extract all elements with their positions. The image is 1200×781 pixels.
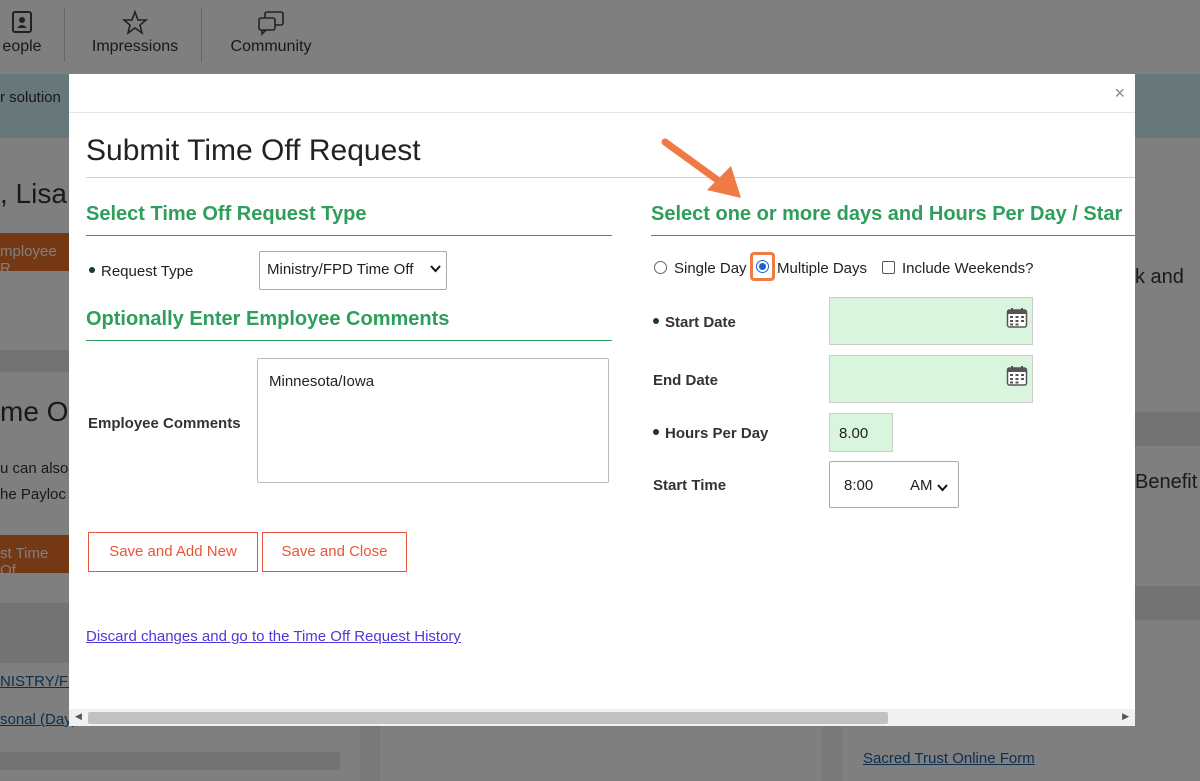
heading-rule	[86, 235, 612, 236]
close-icon[interactable]: ×	[1114, 83, 1125, 104]
heading-rule	[651, 235, 1135, 236]
comments-label: Employee Comments	[88, 415, 241, 432]
single-day-label[interactable]: Single Day	[674, 260, 747, 277]
start-time-label: Start Time	[653, 477, 727, 494]
scrollbar-thumb[interactable]	[88, 712, 888, 724]
save-and-close-button[interactable]: Save and Close	[262, 532, 407, 572]
hours-per-day-input[interactable]: 8.00	[829, 413, 893, 452]
include-weekends-label[interactable]: Include Weekends?	[902, 260, 1033, 277]
start-time-value: 8:00	[844, 477, 874, 494]
pointer-arrow-icon	[661, 138, 741, 198]
start-date-input[interactable]	[829, 297, 1033, 345]
calendar-icon[interactable]	[1006, 307, 1028, 329]
heading-rule	[86, 340, 612, 341]
comments-textarea[interactable]: Minnesota/Iowa	[257, 358, 609, 483]
chevron-down-icon	[937, 479, 948, 496]
end-date-input[interactable]	[829, 355, 1033, 403]
required-dot	[89, 267, 95, 274]
request-type-label: Request Type	[89, 263, 193, 280]
multiple-days-label[interactable]: Multiple Days	[777, 260, 867, 277]
scroll-left-icon[interactable]: ◀	[75, 711, 82, 722]
start-date-label: Start Date	[653, 314, 736, 331]
start-time-select[interactable]: 8:00 AM	[829, 461, 959, 508]
scroll-right-icon[interactable]: ▶	[1122, 711, 1129, 722]
hours-per-day-label: Hours Per Day	[653, 425, 768, 442]
request-type-heading: Select Time Off Request Type	[86, 203, 367, 225]
comments-heading: Optionally Enter Employee Comments	[86, 308, 450, 330]
days-hours-heading: Select one or more days and Hours Per Da…	[651, 203, 1123, 225]
single-day-radio[interactable]	[654, 261, 667, 274]
title-divider	[86, 177, 1135, 178]
horizontal-scrollbar[interactable]: ◀ ▶	[69, 709, 1135, 726]
request-type-select[interactable]: Ministry/FPD Time Off	[259, 251, 447, 290]
time-off-modal: × Submit Time Off Request Select Time Of…	[69, 74, 1135, 726]
required-dot	[653, 429, 659, 436]
request-type-value: Ministry/FPD Time Off	[267, 261, 414, 278]
multiple-days-radio[interactable]	[756, 260, 769, 273]
calendar-icon[interactable]	[1006, 365, 1028, 387]
modal-title: Submit Time Off Request	[86, 134, 421, 167]
end-date-label: End Date	[653, 372, 719, 389]
required-dot	[653, 318, 659, 325]
save-and-add-new-button[interactable]: Save and Add New	[88, 532, 258, 572]
ampm-value: AM	[910, 477, 933, 494]
include-weekends-checkbox[interactable]	[882, 261, 895, 274]
chevron-down-icon	[430, 262, 441, 276]
discard-changes-link[interactable]: Discard changes and go to the Time Off R…	[86, 628, 461, 645]
modal-header-divider	[69, 112, 1135, 113]
